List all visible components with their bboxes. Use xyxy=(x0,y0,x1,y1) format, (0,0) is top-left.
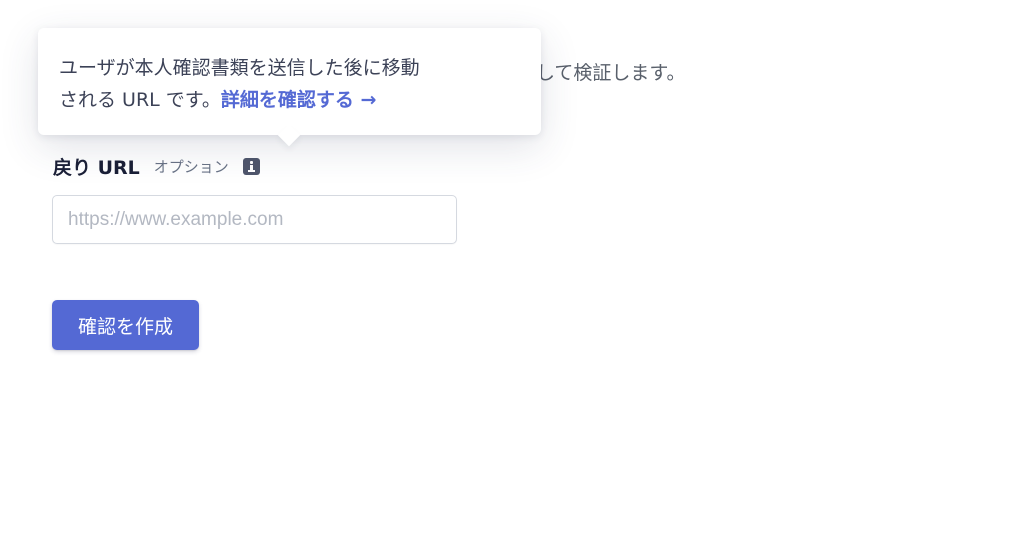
page: して検証します。 ユーザが本人確認書類を送信した後に移動 される URL です。… xyxy=(0,0,1024,556)
arrow-right-icon: → xyxy=(360,89,377,111)
info-icon[interactable] xyxy=(242,157,260,175)
create-verification-button[interactable]: 確認を作成 xyxy=(52,300,199,350)
tooltip-line-2: される URL です。 xyxy=(59,89,221,111)
optional-label: オプション xyxy=(153,157,229,176)
description-text: して検証します。 xyxy=(536,62,686,84)
learn-more-link[interactable]: 詳細を確認する → xyxy=(221,89,377,111)
tooltip-line-1: ユーザが本人確認書類を送信した後に移動 xyxy=(59,57,420,79)
return-url-input[interactable] xyxy=(52,195,457,244)
return-url-label: 戻り URL xyxy=(53,156,140,179)
info-tooltip: ユーザが本人確認書類を送信した後に移動 される URL です。詳細を確認する → xyxy=(38,28,541,147)
tooltip-arrow xyxy=(277,123,301,147)
tooltip-body: ユーザが本人確認書類を送信した後に移動 される URL です。詳細を確認する → xyxy=(59,52,523,116)
learn-more-link-label: 詳細を確認する xyxy=(220,89,354,111)
return-url-label-row: 戻り URL オプション xyxy=(53,152,260,180)
